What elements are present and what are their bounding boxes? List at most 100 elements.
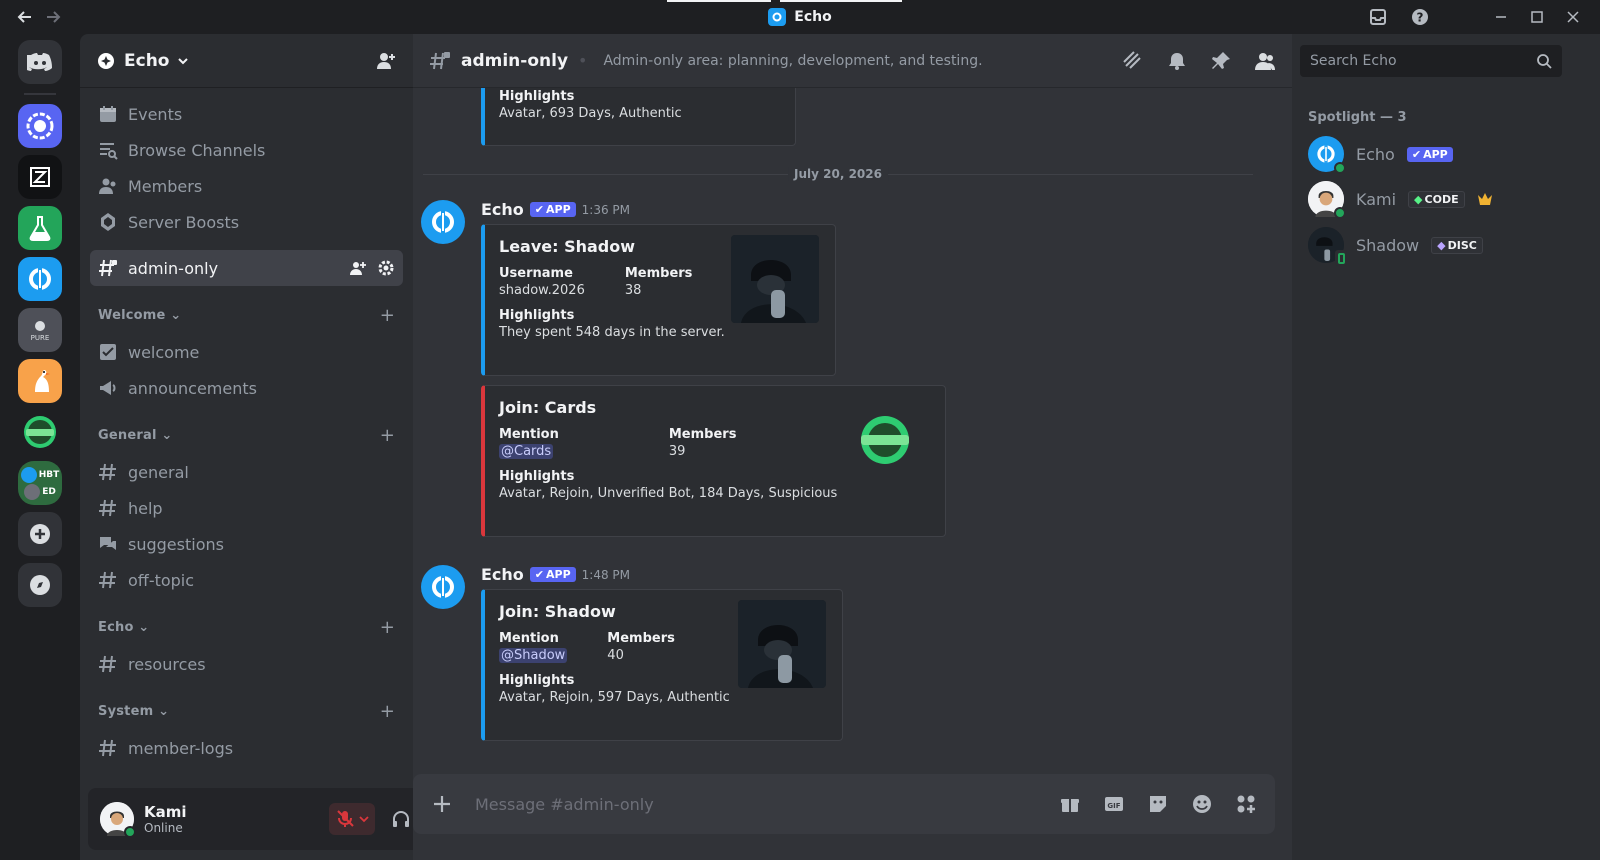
svg-text:PURE: PURE bbox=[31, 334, 50, 342]
flask-icon bbox=[29, 216, 51, 241]
nav-events[interactable]: Events bbox=[90, 96, 403, 132]
add-channel-icon[interactable]: + bbox=[380, 305, 395, 326]
channel-suggestions[interactable]: suggestions bbox=[90, 526, 403, 562]
locked-hash-icon bbox=[430, 51, 450, 69]
message-author[interactable]: Echo bbox=[481, 565, 524, 584]
browse-channels-icon bbox=[100, 143, 118, 160]
direct-messages-button[interactable] bbox=[18, 40, 62, 84]
add-server-button[interactable] bbox=[18, 512, 62, 556]
echo-logo-icon bbox=[1317, 145, 1335, 163]
message-list: Highlights Avatar, 693 Days, Authentic J… bbox=[413, 88, 1292, 768]
goose-icon bbox=[35, 370, 50, 392]
app-badge: ✔ APP bbox=[529, 567, 576, 582]
server-icon-pure[interactable]: PURE bbox=[18, 308, 62, 352]
avatar[interactable] bbox=[421, 565, 465, 609]
message-embed: Highlights Avatar, 693 Days, Authentic bbox=[481, 88, 796, 146]
echo-logo-icon bbox=[432, 576, 454, 598]
channel-topic[interactable]: Admin-only area: planning, development, … bbox=[603, 53, 982, 69]
avatar[interactable] bbox=[421, 200, 465, 244]
gif-icon[interactable]: GIF bbox=[1103, 793, 1125, 815]
member-list: Search Echo Spotlight — 3 Echo ✔ APP Kami… bbox=[1292, 34, 1600, 860]
online-status-dot bbox=[124, 826, 136, 838]
avatar[interactable] bbox=[100, 802, 136, 838]
category-general[interactable]: General ⌄ + bbox=[90, 416, 403, 454]
category-system[interactable]: System ⌄ + bbox=[90, 692, 403, 730]
server-icon-echo[interactable] bbox=[18, 257, 62, 301]
svg-text:GIF: GIF bbox=[1107, 802, 1120, 810]
server-icon-cards[interactable] bbox=[18, 410, 62, 454]
emoji-icon[interactable] bbox=[1191, 793, 1213, 815]
embed-thumbnail[interactable] bbox=[855, 410, 915, 470]
server-folder[interactable]: HBT ED bbox=[18, 461, 62, 505]
nav-members[interactable]: Members bbox=[90, 168, 403, 204]
mute-button[interactable] bbox=[329, 803, 375, 835]
back-arrow-icon[interactable] bbox=[16, 8, 34, 26]
gear-icon[interactable] bbox=[377, 259, 395, 277]
server-icon-z[interactable] bbox=[18, 155, 62, 199]
search-input[interactable]: Search Echo bbox=[1300, 45, 1562, 77]
invite-icon[interactable] bbox=[349, 259, 367, 277]
nav-browse-channels[interactable]: Browse Channels bbox=[90, 132, 403, 168]
member-kami[interactable]: Kami ◆ CODE bbox=[1308, 181, 1493, 219]
threads-icon[interactable] bbox=[1122, 50, 1144, 72]
category-echo[interactable]: Echo ⌄ + bbox=[90, 608, 403, 646]
notification-bell-icon[interactable] bbox=[1166, 50, 1188, 72]
add-channel-icon[interactable]: + bbox=[380, 425, 395, 446]
message-embed-join: Join: Cards Mention @Cards Members 39 High… bbox=[481, 385, 946, 537]
minimize-icon[interactable] bbox=[1494, 10, 1508, 24]
gift-icon[interactable] bbox=[1059, 793, 1081, 815]
message-composer: Message #admin-only GIF bbox=[413, 774, 1275, 834]
message-header: Echo ✔ APP 1:36 PM bbox=[481, 200, 630, 219]
user-mention[interactable]: @Cards bbox=[499, 444, 554, 459]
server-header[interactable]: Echo bbox=[80, 34, 413, 88]
message-input[interactable]: Message #admin-only bbox=[475, 795, 1037, 814]
chevron-down-icon bbox=[178, 57, 189, 64]
channel-member-logs[interactable]: member-logs bbox=[90, 730, 403, 766]
maximize-icon[interactable] bbox=[1530, 10, 1544, 24]
invite-people-icon[interactable] bbox=[375, 50, 397, 72]
apps-icon[interactable] bbox=[1235, 793, 1257, 815]
forward-arrow-icon[interactable] bbox=[44, 8, 62, 26]
member-list-icon[interactable] bbox=[1254, 50, 1276, 72]
message-author[interactable]: Echo bbox=[481, 200, 524, 219]
channel-announcements[interactable]: announcements bbox=[90, 370, 403, 406]
close-icon[interactable] bbox=[1566, 10, 1580, 24]
member-echo[interactable]: Echo ✔ APP bbox=[1308, 136, 1453, 174]
channel-off-topic[interactable]: off-topic bbox=[90, 562, 403, 598]
server-icon-lab[interactable] bbox=[18, 206, 62, 250]
server-icon-discord-dev[interactable] bbox=[18, 104, 62, 148]
member-shadow[interactable]: Shadow ◆ DISC bbox=[1308, 227, 1483, 266]
channel-welcome[interactable]: welcome bbox=[90, 334, 403, 370]
calendar-icon bbox=[100, 106, 116, 122]
category-welcome[interactable]: Welcome ⌄ + bbox=[90, 296, 403, 334]
nav-server-boosts[interactable]: Server Boosts bbox=[90, 204, 403, 240]
echo-logo-icon bbox=[768, 8, 787, 26]
channel-resources[interactable]: resources bbox=[90, 646, 403, 682]
user-mention[interactable]: @Shadow bbox=[499, 648, 568, 663]
attach-plus-icon[interactable] bbox=[431, 793, 453, 815]
window-title: Echo bbox=[768, 8, 832, 26]
message-timestamp: 1:48 PM bbox=[581, 567, 631, 582]
gear-bot-icon bbox=[26, 112, 54, 140]
guild-tag-badge: ◆ CODE bbox=[1408, 190, 1465, 208]
inbox-icon[interactable] bbox=[1368, 7, 1388, 27]
embed-thumbnail[interactable] bbox=[738, 600, 826, 688]
sticker-icon[interactable] bbox=[1147, 793, 1169, 815]
server-guide-icon bbox=[98, 52, 114, 69]
channel-general[interactable]: general bbox=[90, 454, 403, 490]
avatar bbox=[1308, 181, 1346, 219]
pure-logo-icon: PURE bbox=[31, 321, 50, 342]
pin-icon[interactable] bbox=[1210, 50, 1232, 72]
discover-button[interactable] bbox=[18, 563, 62, 607]
embed-thumbnail[interactable] bbox=[731, 235, 819, 323]
server-icon-goose[interactable] bbox=[18, 359, 62, 403]
username: Kami bbox=[144, 803, 187, 821]
channel-sidebar: Echo Events Browse Channels Members Serv… bbox=[80, 34, 475, 860]
channel-help[interactable]: help bbox=[90, 490, 403, 526]
add-channel-icon[interactable]: + bbox=[380, 617, 395, 638]
help-icon[interactable]: ? bbox=[1410, 7, 1430, 27]
locked-hash-icon bbox=[99, 259, 117, 277]
channel-admin-only[interactable]: admin-only bbox=[90, 250, 403, 286]
shadow-avatar-image bbox=[738, 600, 826, 688]
add-channel-icon[interactable]: + bbox=[380, 701, 395, 722]
